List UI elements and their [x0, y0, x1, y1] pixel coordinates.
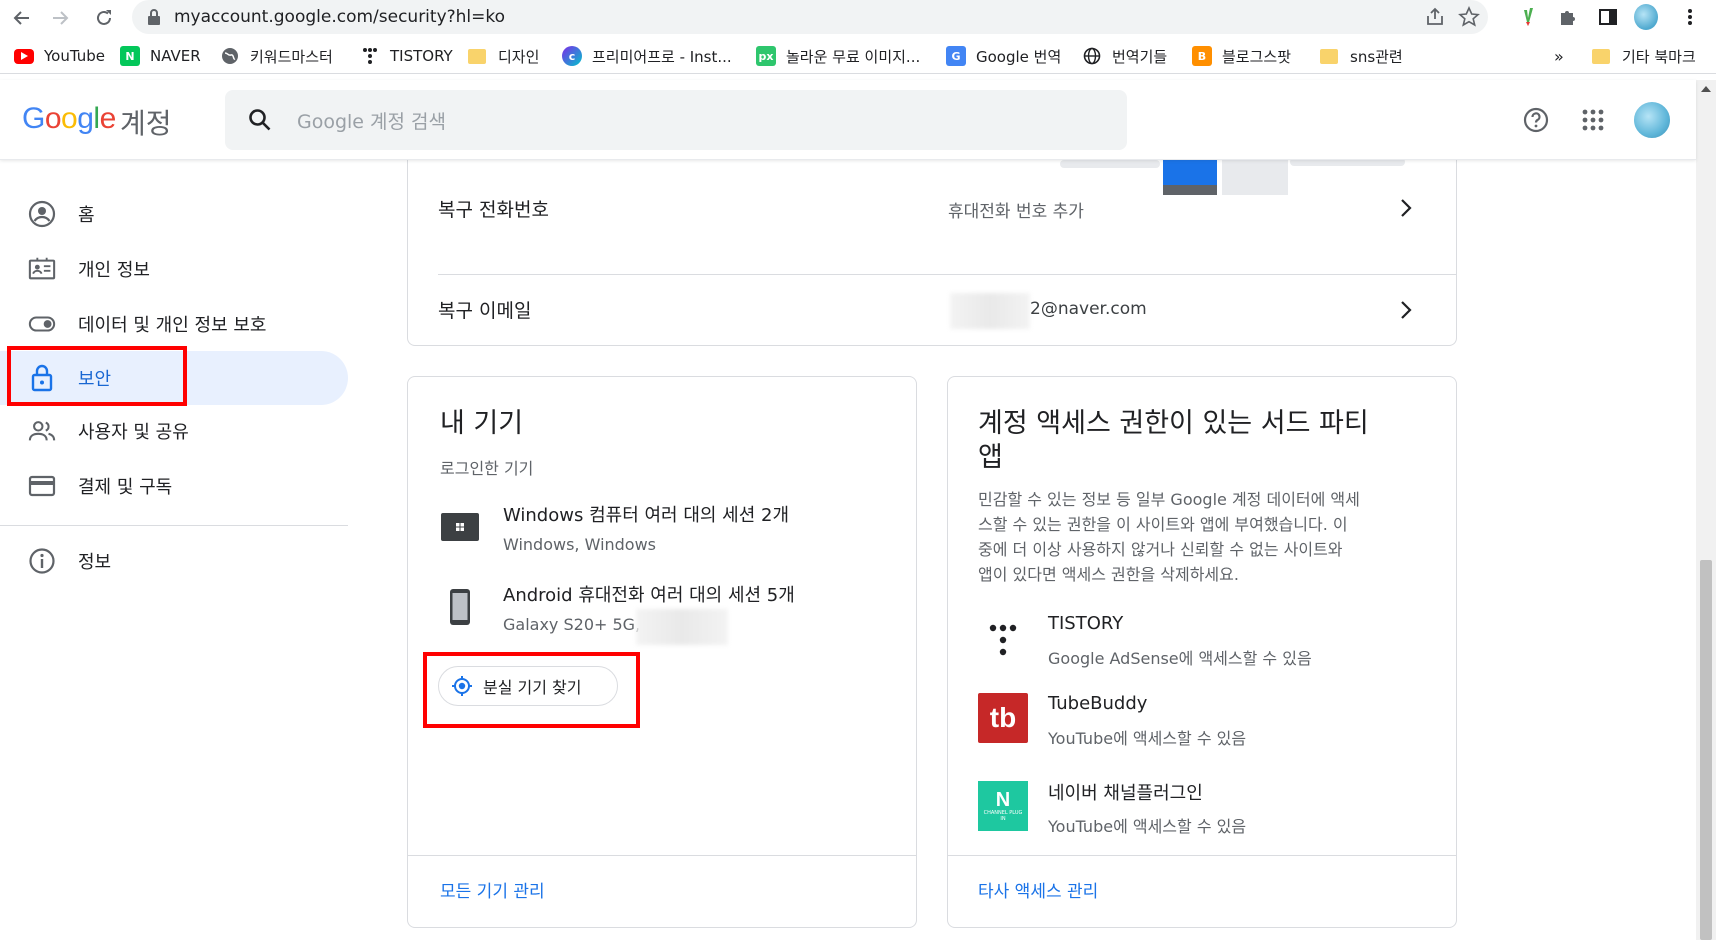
- bookmark-pixabay[interactable]: px 놀라운 무료 이미지...: [756, 44, 920, 68]
- devices-title: 내 기기: [440, 408, 524, 439]
- recovery-card: 복구 전화번호 휴대전화 번호 추가 복구 이메일 2@naver.com: [407, 140, 1457, 346]
- bookmark-translators[interactable]: 번역기들: [1082, 44, 1167, 68]
- bookmark-premiere[interactable]: c 프리미어프로 - Inst...: [562, 44, 732, 68]
- google-translate-icon: G: [946, 46, 966, 66]
- third-party-title-line2: 앱: [978, 442, 1003, 473]
- search-placeholder: Google 계정 검색: [297, 111, 447, 133]
- browser-toolbar: myaccount.google.com/security?hl=ko: [0, 0, 1716, 36]
- lock-icon: [148, 9, 160, 25]
- info-icon: [28, 547, 56, 575]
- google-logo[interactable]: Google: [22, 102, 116, 136]
- account-title: 계정: [120, 107, 172, 140]
- account-circle-icon: [28, 200, 56, 228]
- naver-icon: N: [120, 46, 140, 66]
- sidebar-item-data-privacy[interactable]: 데이터 및 개인 정보 보호: [0, 297, 348, 351]
- bookmark-tistory[interactable]: TISTORY: [360, 44, 453, 68]
- forward-button[interactable]: [46, 4, 74, 32]
- back-arrow-icon: [13, 11, 29, 25]
- bookmark-folder-other[interactable]: 기타 북마크: [1592, 44, 1696, 68]
- recovery-email-row[interactable]: 복구 이메일 2@naver.com: [408, 275, 1456, 345]
- credit-card-icon: [28, 472, 56, 500]
- reload-button[interactable]: [90, 4, 118, 32]
- third-party-description-line: 앱이 있다면 액세스 권한을 삭제하세요.: [978, 565, 1239, 584]
- third-party-access-card: 계정 액세스 권한이 있는 서드 파티 앱 민감할 수 있는 정보 등 일부 G…: [947, 376, 1457, 928]
- folder-icon: [1592, 48, 1610, 64]
- chevron-right-icon: [1401, 199, 1412, 217]
- third-party-description-line: 민감할 수 있는 정보 등 일부 Google 계정 데이터에 액세: [978, 490, 1360, 509]
- sidebar-item-personal-info[interactable]: 개인 정보: [0, 242, 348, 296]
- redacted-device-part: [636, 609, 728, 645]
- reload-icon: [97, 10, 111, 25]
- blogger-icon: B: [1192, 46, 1212, 66]
- folder-icon: [468, 48, 486, 64]
- highlight-box-find-device: [423, 652, 640, 728]
- sidebar-divider: [0, 525, 348, 526]
- folder-icon: [1320, 48, 1338, 64]
- highlight-box-security: [7, 346, 187, 406]
- extension-pen-icon[interactable]: [1516, 5, 1540, 29]
- globe-icon: [1082, 46, 1102, 66]
- phone-icon: [450, 589, 470, 625]
- globe-icon: [220, 46, 240, 66]
- bookmark-google-translate[interactable]: G Google 번역: [946, 44, 1061, 68]
- sidebar-item-about[interactable]: 정보: [0, 534, 348, 588]
- third-party-description-line: 중에 더 이상 사용하지 않거나 신뢰할 수 없는 사이트와: [978, 540, 1343, 559]
- scrollbar-thumb[interactable]: [1700, 560, 1712, 940]
- tistory-icon: [360, 46, 380, 66]
- bookmark-naver[interactable]: N NAVER: [120, 44, 201, 68]
- forward-arrow-icon: [53, 11, 69, 25]
- devices-subtitle: 로그인한 기기: [440, 459, 534, 478]
- redacted-email-part: [950, 293, 1030, 329]
- bookmarks-bar: YouTube N NAVER 키워드마스터 TISTORY 디자인 c 프리미…: [0, 38, 1716, 74]
- chevron-right-icon: [1401, 301, 1412, 319]
- apps-grid-icon[interactable]: [1578, 105, 1608, 135]
- naver-channel-plugin-logo: N CHANNEL PLUG IN: [978, 781, 1028, 831]
- profile-avatar-small[interactable]: [1634, 4, 1658, 30]
- page-scrollbar[interactable]: [1696, 80, 1716, 940]
- manage-third-party-access-link[interactable]: 타사 액세스 관리: [978, 877, 1098, 902]
- id-card-icon: [28, 255, 56, 283]
- extensions-puzzle-icon[interactable]: [1556, 5, 1580, 29]
- sidebar-item-home[interactable]: 홈: [0, 187, 348, 241]
- illustration-line: [1060, 160, 1160, 168]
- account-avatar[interactable]: [1632, 100, 1672, 140]
- share-icon[interactable]: [1424, 6, 1446, 28]
- help-icon[interactable]: [1521, 105, 1551, 135]
- account-header: Google 계정 Google 계정 검색: [0, 80, 1696, 160]
- url-text: myaccount.google.com/security?hl=ko: [174, 7, 506, 27]
- bookmark-folder-sns[interactable]: sns관련: [1320, 44, 1403, 68]
- account-search[interactable]: Google 계정 검색: [225, 90, 1127, 150]
- back-button[interactable]: [8, 4, 36, 32]
- card-divider: [408, 855, 916, 856]
- tistory-logo: [978, 615, 1028, 665]
- people-icon: [28, 417, 56, 445]
- bookmark-star-icon[interactable]: [1458, 6, 1480, 28]
- sidebar-item-payments[interactable]: 결제 및 구독: [0, 459, 348, 513]
- sidebar-item-people-sharing[interactable]: 사용자 및 공유: [0, 404, 348, 458]
- bookmarks-overflow-button[interactable]: »: [1554, 44, 1564, 68]
- bookmark-blogspot[interactable]: B 블로그스팟: [1192, 44, 1291, 68]
- search-icon: [249, 109, 271, 131]
- card-divider: [948, 855, 1456, 856]
- scroll-up-arrow-icon[interactable]: [1701, 86, 1711, 92]
- bookmark-keyword-master[interactable]: 키워드마스터: [220, 44, 333, 68]
- third-party-description-line: 스할 수 있는 권한을 이 사이트와 앱에 부여했습니다. 이: [978, 515, 1348, 534]
- third-party-title-line1: 계정 액세스 권한이 있는 서드 파티: [978, 408, 1369, 439]
- side-panel-icon[interactable]: [1596, 5, 1620, 29]
- manage-all-devices-link[interactable]: 모든 기기 관리: [440, 877, 545, 902]
- pixabay-icon: px: [756, 46, 776, 66]
- laptop-icon: [441, 513, 479, 541]
- recovery-phone-row[interactable]: 복구 전화번호 휴대전화 번호 추가: [408, 173, 1456, 243]
- tubebuddy-logo: tb: [978, 693, 1028, 743]
- browser-menu-icon[interactable]: [1678, 5, 1702, 29]
- address-bar[interactable]: myaccount.google.com/security?hl=ko: [132, 0, 1488, 34]
- toggle-icon: [28, 310, 56, 338]
- bookmark-youtube[interactable]: YouTube: [14, 44, 105, 68]
- bookmark-folder-design[interactable]: 디자인: [468, 44, 539, 68]
- youtube-icon: [14, 48, 34, 64]
- canva-icon: c: [562, 46, 582, 66]
